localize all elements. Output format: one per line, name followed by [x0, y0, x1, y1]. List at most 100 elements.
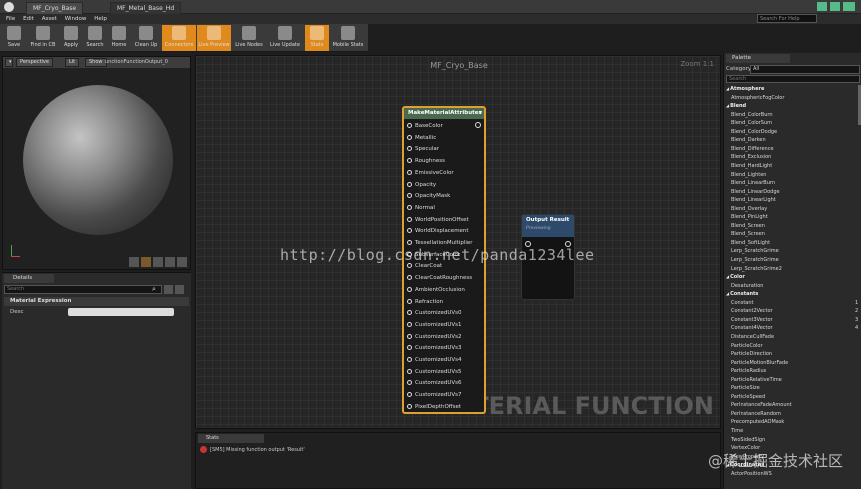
node-input-pin[interactable]: CustomizedUVs4 [407, 356, 462, 364]
node-input-pin[interactable]: Roughness [407, 157, 445, 165]
node-input-pin[interactable]: CustomizedUVs7 [407, 391, 462, 399]
palette-item[interactable]: Blend_ColorSum [731, 119, 772, 127]
minimize-icon[interactable] [817, 2, 827, 11]
palette-item[interactable]: TwoSidedSign [731, 436, 765, 444]
palette-category[interactable]: ◢Constants [726, 290, 758, 298]
node-input-pin[interactable]: ClearCoatRoughness [407, 274, 472, 282]
cylinder-icon[interactable] [129, 257, 139, 267]
toolbar-button-2[interactable]: Apply [60, 25, 82, 51]
palette-item[interactable]: DistanceCullFade [731, 333, 774, 341]
palette-item[interactable]: Constant 1 [731, 299, 858, 307]
palette-item[interactable]: Lerp_ScratchGrime [731, 256, 779, 264]
toolbar-button-7[interactable]: Live Preview [197, 25, 231, 51]
palette-item[interactable]: ParticleRelativeTime [731, 376, 782, 384]
node-input-pin[interactable]: EmissiveColor [407, 169, 454, 177]
palette-item[interactable]: Lerp_ScratchGrime2 [731, 265, 782, 273]
palette-item[interactable]: Lerp_ScratchGrime [731, 247, 779, 255]
toolbar-button-11[interactable]: Mobile Stats [332, 25, 364, 51]
palette-item[interactable]: Time [731, 427, 743, 435]
grid-view-icon[interactable] [164, 285, 173, 294]
palette-item[interactable]: ParticleMotionBlurFade [731, 359, 788, 367]
details-tab[interactable]: Details [4, 274, 54, 283]
palette-item[interactable]: Blend_Difference [731, 145, 774, 153]
node-input-pin[interactable]: Specular [407, 145, 439, 153]
menu-file[interactable]: File [6, 14, 15, 24]
palette-item[interactable]: Blend_LinearDodge [731, 188, 780, 196]
node-input-pin[interactable]: PixelDepthOffset [407, 403, 461, 411]
tab-mf-metal-base[interactable]: MF_Metal_Base_Hd [110, 2, 182, 14]
toolbar-button-4[interactable]: Home [108, 25, 130, 51]
palette-item[interactable]: Blend_Screen [731, 222, 765, 230]
search-icon[interactable]: ⌕ [152, 285, 161, 294]
toolbar-button-1[interactable]: Find in CB [28, 25, 58, 51]
node-input-pin[interactable]: Metallic [407, 134, 436, 142]
palette-item[interactable]: Blend_Overlay [731, 205, 767, 213]
palette-item[interactable]: PrecomputedAOMask [731, 418, 784, 426]
output-pin-icon[interactable] [475, 122, 481, 128]
teapot-icon[interactable] [177, 257, 187, 267]
palette-item[interactable]: AtmosphericFogColor [731, 94, 784, 102]
node-input-pin[interactable]: CustomizedUVs0 [407, 309, 462, 317]
palette-item[interactable]: Blend_ColorDodge [731, 128, 777, 136]
node-input-pin[interactable]: Refraction [407, 298, 443, 306]
palette-search-input[interactable]: Search [726, 75, 860, 83]
palette-item[interactable]: Blend_PinLight [731, 213, 768, 221]
palette-item[interactable]: Blend_Screen [731, 230, 765, 238]
palette-item[interactable]: ParticleRadius [731, 367, 766, 375]
toolbar-button-6[interactable]: Connectors [162, 25, 196, 51]
palette-item[interactable]: Constant3Vector 3 [731, 316, 858, 324]
palette-item[interactable]: Blend_HardLight [731, 162, 772, 170]
palette-item[interactable]: Blend_ColorBurn [731, 111, 773, 119]
node-input-pin[interactable]: BaseColor [407, 122, 443, 130]
toolbar-button-5[interactable]: Clean Up [132, 25, 160, 51]
search-help-input[interactable]: Search For Help [757, 14, 817, 23]
sphere-icon[interactable] [141, 257, 151, 267]
toolbar-button-0[interactable]: Save [2, 25, 26, 51]
plane-icon[interactable] [153, 257, 163, 267]
palette-item[interactable]: Blend_SoftLight [731, 239, 770, 247]
toolbar-button-9[interactable]: Live Update [267, 25, 303, 51]
node-input-pin[interactable]: CustomizedUVs1 [407, 321, 462, 329]
node-input-pin[interactable]: WorldPositionOffset [407, 216, 469, 224]
palette-category[interactable]: ◢Color [726, 273, 745, 281]
palette-item[interactable]: ParticleSpeed [731, 393, 765, 401]
node-input-pin[interactable]: CustomizedUVs3 [407, 344, 462, 352]
palette-item[interactable]: ParticleSize [731, 384, 760, 392]
node-input-pin[interactable]: OpacityMask [407, 192, 450, 200]
palette-item[interactable]: Blend_Darken [731, 136, 766, 144]
palette-item[interactable]: Blend_Lighten [731, 171, 766, 179]
eye-icon[interactable] [175, 285, 184, 294]
maximize-icon[interactable] [830, 2, 840, 11]
palette-item[interactable]: Blend_LinearBurn [731, 179, 775, 187]
palette-item[interactable]: Desaturation [731, 282, 763, 290]
show-button[interactable]: Show [85, 58, 107, 67]
palette-tab[interactable]: Palette [726, 54, 790, 63]
node-collapse-icon[interactable]: ▾ [479, 109, 482, 116]
category-select[interactable]: All [750, 65, 860, 74]
viewport-menu-icon[interactable]: ▾ [5, 58, 13, 67]
node-input-pin[interactable]: Opacity [407, 181, 436, 189]
node-input-pin[interactable]: CustomizedUVs5 [407, 368, 462, 376]
menu-asset[interactable]: Asset [42, 14, 57, 24]
node-input-pin[interactable]: AmbientOcclusion [407, 286, 465, 294]
material-expression-section[interactable]: Material Expression [4, 297, 189, 306]
palette-item[interactable]: ParticleDirection [731, 350, 772, 358]
node-input-pin[interactable]: CustomizedUVs6 [407, 379, 462, 387]
close-icon[interactable] [843, 2, 855, 11]
menu-edit[interactable]: Edit [23, 14, 34, 24]
palette-item[interactable]: ParticleColor [731, 342, 763, 350]
tab-mf-cryo-base[interactable]: MF_Cryo_Base [26, 2, 84, 14]
details-search-input[interactable]: Search [4, 285, 162, 294]
palette-category[interactable]: ◢Atmosphere [726, 85, 764, 93]
toolbar-button-10[interactable]: Stats [305, 25, 329, 51]
palette-item[interactable]: PerInstanceFadeAmount [731, 401, 792, 409]
preview-viewport[interactable]: ▾ Perspective Lit Show unctionFunctionOu… [2, 56, 191, 270]
palette-item[interactable]: Constant2Vector 2 [731, 307, 858, 315]
palette-category[interactable]: ◢Blend [726, 102, 746, 110]
palette-item[interactable]: Constant4Vector 4 [731, 324, 858, 332]
toolbar-button-8[interactable]: Live Nodes [233, 25, 265, 51]
menu-help[interactable]: Help [94, 14, 107, 24]
node-input-pin[interactable]: WorldDisplacement [407, 227, 469, 235]
palette-item[interactable]: Blend_Exclusion [731, 153, 771, 161]
stats-tab[interactable]: Stats [198, 434, 264, 443]
